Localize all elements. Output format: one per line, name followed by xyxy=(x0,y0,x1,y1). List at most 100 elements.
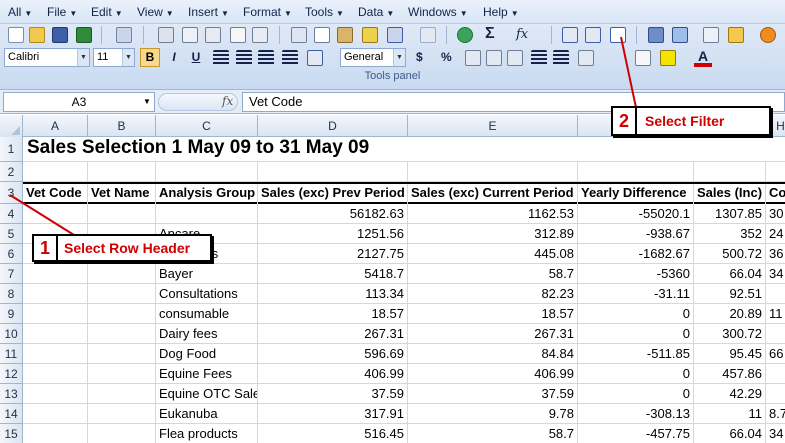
menu-file[interactable]: File ▼ xyxy=(47,5,77,19)
table-cell[interactable] xyxy=(23,404,88,424)
row-header-10[interactable]: 10 xyxy=(0,324,23,344)
menu-data[interactable]: Data ▼ xyxy=(358,5,394,19)
table-cell[interactable]: -511.85 xyxy=(578,344,694,364)
table-cell[interactable]: Equine Fees xyxy=(156,364,258,384)
cell-styles-icon[interactable] xyxy=(635,50,651,66)
research-icon[interactable] xyxy=(252,27,268,43)
table-cell[interactable]: 84.84 xyxy=(408,344,578,364)
align-right-icon[interactable] xyxy=(258,50,274,66)
table-cell[interactable] xyxy=(23,364,88,384)
row-header-7[interactable]: 7 xyxy=(0,264,23,284)
row-header-9[interactable]: 9 xyxy=(0,304,23,324)
table-cell[interactable]: 34 xyxy=(766,264,785,284)
table-cell[interactable]: 8.7 xyxy=(766,404,785,424)
table-cell[interactable]: Equine OTC Sale xyxy=(156,384,258,404)
row-header-1[interactable]: 1 xyxy=(0,137,23,162)
table-cell[interactable]: 312.89 xyxy=(408,224,578,244)
column-header-e[interactable]: E xyxy=(408,115,578,137)
font-size-combo[interactable]: 11 ▼ xyxy=(93,48,135,67)
table-cell[interactable]: 66 xyxy=(766,344,785,364)
spelling-check-icon[interactable] xyxy=(230,27,246,43)
table-cell[interactable]: 20.89 xyxy=(694,304,766,324)
table-cell[interactable]: 9.78 xyxy=(408,404,578,424)
font-name-combo[interactable]: Calibri ▼ xyxy=(4,48,90,67)
table-cell[interactable]: 406.99 xyxy=(408,364,578,384)
table-cell[interactable] xyxy=(23,284,88,304)
table-cell[interactable] xyxy=(88,284,156,304)
table-cell[interactable]: 42.29 xyxy=(694,384,766,404)
table-cell[interactable]: Eukanuba xyxy=(156,404,258,424)
chevron-down-icon[interactable]: ▼ xyxy=(143,97,151,106)
table-cell[interactable] xyxy=(766,284,785,304)
insert-function-icon[interactable]: fx xyxy=(516,27,528,42)
cell[interactable] xyxy=(694,162,766,182)
table-cell[interactable]: 457.86 xyxy=(694,364,766,384)
menu-tools[interactable]: Tools ▼ xyxy=(305,5,344,19)
table-cell[interactable]: 596.69 xyxy=(258,344,408,364)
table-cell[interactable] xyxy=(88,204,156,224)
table-cell[interactable]: 58.7 xyxy=(408,264,578,284)
table-cell[interactable]: 267.31 xyxy=(408,324,578,344)
table-cell[interactable]: -308.13 xyxy=(578,404,694,424)
table-cell[interactable]: 0 xyxy=(578,304,694,324)
percent-button[interactable]: % xyxy=(441,48,452,67)
table-cell[interactable]: -457.75 xyxy=(578,424,694,443)
table-cell[interactable] xyxy=(23,424,88,443)
menu-edit[interactable]: Edit ▼ xyxy=(91,5,123,19)
increase-decimal-icon[interactable] xyxy=(486,50,502,66)
cell[interactable] xyxy=(258,162,408,182)
cell[interactable] xyxy=(88,162,156,182)
hyperlink-icon[interactable] xyxy=(457,27,473,43)
sheet-title[interactable]: Sales Selection 1 May 09 to 31 May 09 xyxy=(27,137,369,158)
italic-button[interactable]: I xyxy=(165,48,183,67)
table-cell[interactable]: 18.57 xyxy=(408,304,578,324)
row-header-11[interactable]: 11 xyxy=(0,344,23,364)
table-cell[interactable]: Consultations xyxy=(156,284,258,304)
table-cell[interactable]: 37.59 xyxy=(408,384,578,404)
table-cell[interactable]: Dairy fees xyxy=(156,324,258,344)
menu-windows[interactable]: Windows ▼ xyxy=(408,5,468,19)
table-cell[interactable] xyxy=(23,264,88,284)
table-cell[interactable]: 445.08 xyxy=(408,244,578,264)
table-cell[interactable] xyxy=(88,384,156,404)
table-cell[interactable]: 30 xyxy=(766,204,785,224)
column-header-d[interactable]: D xyxy=(258,115,408,137)
table-cell[interactable]: -5360 xyxy=(578,264,694,284)
header-sales-inc[interactable]: Sales (Inc) xyxy=(694,184,766,204)
row-header-12[interactable]: 12 xyxy=(0,364,23,384)
table-cell[interactable] xyxy=(23,344,88,364)
table-cell[interactable]: 66.04 xyxy=(694,424,766,443)
menu-all[interactable]: All ▼ xyxy=(8,5,32,19)
menu-format[interactable]: Format ▼ xyxy=(243,5,292,19)
table-cell[interactable] xyxy=(88,304,156,324)
table-cell[interactable]: 317.91 xyxy=(258,404,408,424)
decrease-decimal-icon[interactable] xyxy=(507,50,523,66)
table-cell[interactable]: 11 xyxy=(766,304,785,324)
print-preview-icon[interactable] xyxy=(182,27,198,43)
number-format-combo[interactable]: General ▼ xyxy=(340,48,406,67)
column-header-b[interactable]: B xyxy=(88,115,156,137)
table-cell[interactable]: 406.99 xyxy=(258,364,408,384)
column-header-a[interactable]: A xyxy=(23,115,88,137)
table-cell[interactable]: 1307.85 xyxy=(694,204,766,224)
row-header-13[interactable]: 13 xyxy=(0,384,23,404)
table-cell[interactable] xyxy=(88,264,156,284)
chart-wizard-icon[interactable] xyxy=(648,27,664,43)
increase-indent-icon[interactable] xyxy=(553,50,569,66)
header-yearly-difference[interactable]: Yearly Difference xyxy=(578,184,694,204)
header-sales-current[interactable]: Sales (exc) Current Period xyxy=(408,184,578,204)
merge-center-icon[interactable] xyxy=(307,50,323,66)
row-header-5[interactable]: 5 xyxy=(0,224,23,244)
align-left-icon[interactable] xyxy=(213,50,229,66)
table-cell[interactable] xyxy=(88,324,156,344)
permissions-icon[interactable] xyxy=(116,27,132,43)
header-cost[interactable]: Cos xyxy=(766,184,785,204)
table-cell[interactable]: 24 xyxy=(766,224,785,244)
align-center-icon[interactable] xyxy=(236,50,252,66)
chevron-down-icon[interactable]: ▼ xyxy=(122,49,134,66)
row-header-2[interactable]: 2 xyxy=(0,162,23,182)
header-vet-name[interactable]: Vet Name xyxy=(88,184,156,204)
copy-icon[interactable] xyxy=(314,27,330,43)
table-cell[interactable]: -55020.1 xyxy=(578,204,694,224)
table-cell[interactable] xyxy=(23,204,88,224)
